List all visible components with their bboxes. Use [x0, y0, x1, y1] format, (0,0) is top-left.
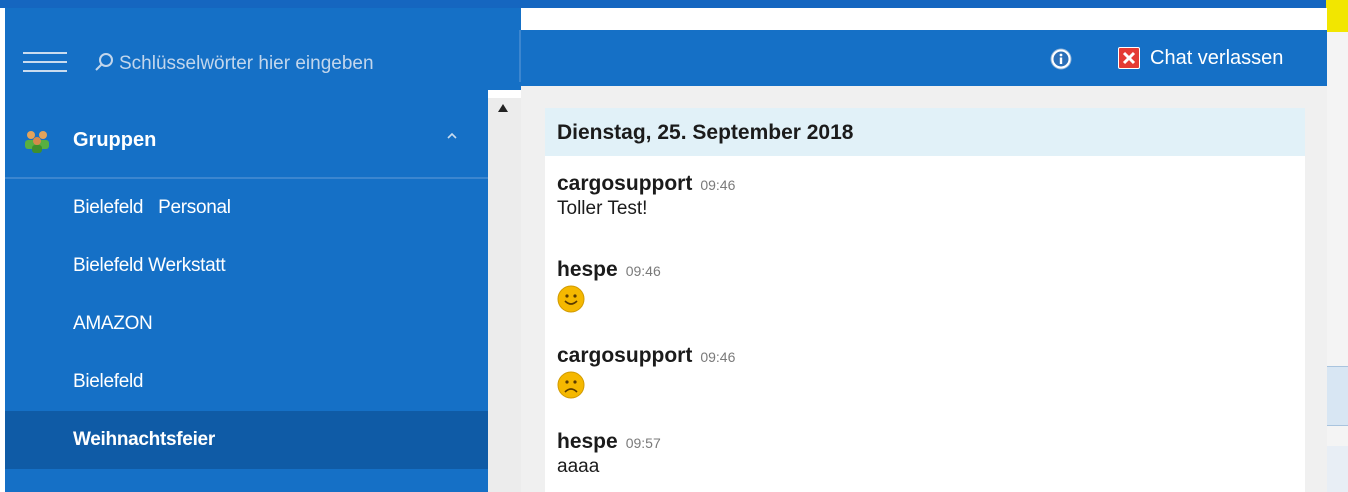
message-time: 09:46 — [625, 263, 661, 279]
chevron-up-icon[interactable] — [445, 129, 459, 143]
chat-message: cargosupport 09:46 Toller Test! — [557, 172, 735, 220]
chat-message: hespe 09:57 aaaa — [557, 430, 661, 478]
sidebar-scrollbar[interactable] — [488, 98, 521, 492]
side-tab[interactable] — [1327, 366, 1348, 426]
sidebar-item-amazon[interactable]: AMAZON — [5, 295, 488, 353]
window-accent — [1327, 8, 1348, 32]
close-icon — [1118, 47, 1140, 69]
chat-message: cargosupport 09:46 — [557, 344, 735, 399]
sidebar-header — [5, 8, 521, 90]
search-icon — [95, 53, 113, 71]
message-author: hespe — [557, 258, 618, 281]
group-icon — [25, 131, 49, 153]
chat-panel: Dienstag, 25. September 2018 cargosuppor… — [521, 86, 1327, 492]
frown-emoji-icon — [557, 371, 585, 399]
sidebar-item-label: Bielefeld Werkstatt — [73, 255, 226, 276]
sidebar-item-label: Weihnachtsfeier — [73, 429, 215, 450]
message-time: 09:46 — [700, 349, 736, 365]
right-edge-panel — [1327, 8, 1348, 492]
sidebar: Gruppen Bielefeld Personal Bielefeld Wer… — [5, 8, 521, 492]
chat-message: hespe 09:46 — [557, 258, 661, 313]
chat-header-bar: Chat verlassen — [521, 30, 1327, 86]
sidebar-item-bielefeld-werkstatt[interactable]: Bielefeld Werkstatt — [5, 237, 488, 295]
search-input[interactable] — [119, 52, 439, 76]
date-label: Dienstag, 25. September 2018 — [557, 121, 854, 144]
sidebar-item-label: Bielefeld Personal — [73, 197, 231, 218]
hamburger-menu-icon[interactable] — [23, 52, 67, 74]
menu-bar-strip — [0, 0, 1348, 8]
leave-chat-label: Chat verlassen — [1150, 46, 1284, 69]
message-time: 09:57 — [625, 435, 661, 451]
scroll-up-arrow-icon[interactable] — [498, 104, 508, 112]
sidebar-item-bielefeld-personal[interactable]: Bielefeld Personal — [5, 179, 488, 237]
groups-section-header[interactable]: Gruppen — [5, 103, 488, 177]
message-list: Dienstag, 25. September 2018 cargosuppor… — [545, 108, 1305, 492]
message-author: cargosupport — [557, 344, 693, 367]
groups-section-label: Gruppen — [73, 129, 157, 151]
message-text: aaaa — [557, 456, 600, 477]
side-tab[interactable] — [1327, 446, 1348, 492]
window-accent — [1326, 0, 1348, 8]
message-text: Toller Test! — [557, 198, 648, 219]
leave-chat-button[interactable]: Chat verlassen — [1118, 43, 1283, 73]
message-time: 09:46 — [700, 177, 736, 193]
sidebar-item-weihnachtsfeier[interactable]: Weihnachtsfeier — [5, 411, 488, 469]
message-author: hespe — [557, 430, 618, 453]
smile-emoji-icon — [557, 285, 585, 313]
date-separator: Dienstag, 25. September 2018 — [545, 108, 1305, 156]
sidebar-item-bielefeld[interactable]: Bielefeld — [5, 353, 488, 411]
message-author: cargosupport — [557, 172, 693, 195]
info-icon[interactable] — [1049, 47, 1073, 71]
sidebar-item-label: Bielefeld — [73, 371, 144, 392]
sidebar-item-label: AMAZON — [73, 313, 153, 334]
